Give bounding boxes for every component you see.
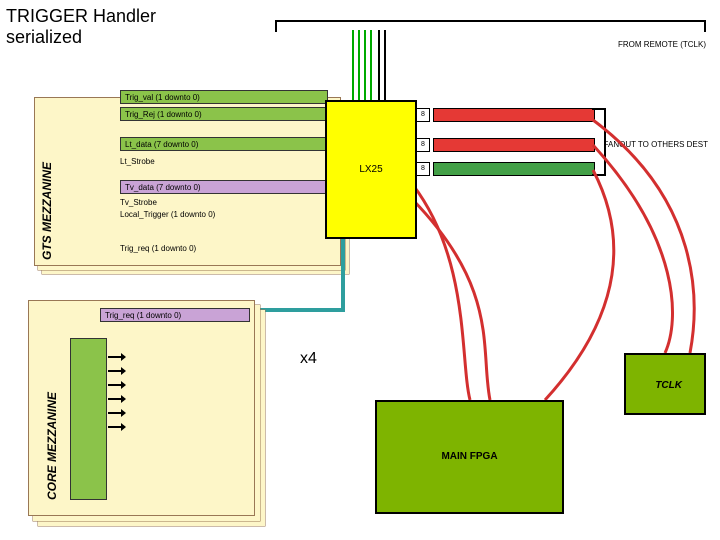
bus-width-badge: 8 bbox=[416, 108, 430, 122]
remote-wire bbox=[364, 30, 366, 100]
remote-wire bbox=[378, 30, 380, 100]
signal-trig-rej: Trig_Rej (1 downto 0) bbox=[120, 107, 328, 121]
from-remote-label: FROM REMOTE (TCLK) bbox=[618, 40, 706, 49]
title-line2: serialized bbox=[6, 27, 82, 47]
remote-wire bbox=[384, 30, 386, 100]
teal-wire bbox=[341, 235, 345, 312]
lx25-fpga: LX25 bbox=[325, 100, 417, 239]
core-signal-arrow bbox=[108, 384, 122, 386]
fanout-bar bbox=[433, 138, 595, 152]
core-inner-block bbox=[70, 338, 107, 500]
main-fpga-block: MAIN FPGA bbox=[375, 400, 564, 514]
tclk-label: TCLK bbox=[655, 380, 682, 391]
gts-mezzanine-label: GTS MEZZANINE bbox=[40, 162, 54, 260]
signal-trig-val: Trig_val (1 downto 0) bbox=[120, 90, 328, 104]
bus-width-badge: 8 bbox=[416, 162, 430, 176]
remote-wire bbox=[358, 30, 360, 100]
core-mezzanine-label: CORE MEZZANINE bbox=[45, 392, 59, 500]
fanout-bar bbox=[433, 108, 595, 122]
remote-wire bbox=[370, 30, 372, 100]
core-signal-arrow bbox=[108, 356, 122, 358]
bus-width-badge: 8 bbox=[416, 138, 430, 152]
title-line1: TRIGGER Handler bbox=[6, 6, 156, 26]
core-signal-arrow bbox=[108, 426, 122, 428]
signal-tv-data: Tv_data (7 downto 0) bbox=[120, 180, 328, 194]
signal-trig-req-core: Trig_req (1 downto 0) bbox=[100, 308, 250, 322]
signal-tv-strobe: Tv_Strobe bbox=[120, 198, 157, 207]
core-signal-arrow bbox=[108, 398, 122, 400]
remote-bracket bbox=[275, 20, 706, 32]
remote-wire bbox=[352, 30, 354, 100]
signal-local-trigger: Local_Trigger (1 downto 0) bbox=[120, 210, 215, 219]
fanout-label: FANOUT TO OTHERS DEST bbox=[604, 140, 708, 149]
signal-lt-strobe: Lt_Strobe bbox=[120, 157, 155, 166]
core-mezzanine-block bbox=[28, 300, 255, 516]
signal-trig-req-gts: Trig_req (1 downto 0) bbox=[120, 244, 196, 253]
signal-lt-data: Lt_data (7 downto 0) bbox=[120, 137, 328, 151]
core-signal-arrow bbox=[108, 412, 122, 414]
fanout-bar bbox=[433, 162, 595, 176]
core-signal-arrow bbox=[108, 370, 122, 372]
x4-label: x4 bbox=[300, 350, 317, 368]
diagram-title: TRIGGER Handler serialized bbox=[6, 6, 156, 47]
